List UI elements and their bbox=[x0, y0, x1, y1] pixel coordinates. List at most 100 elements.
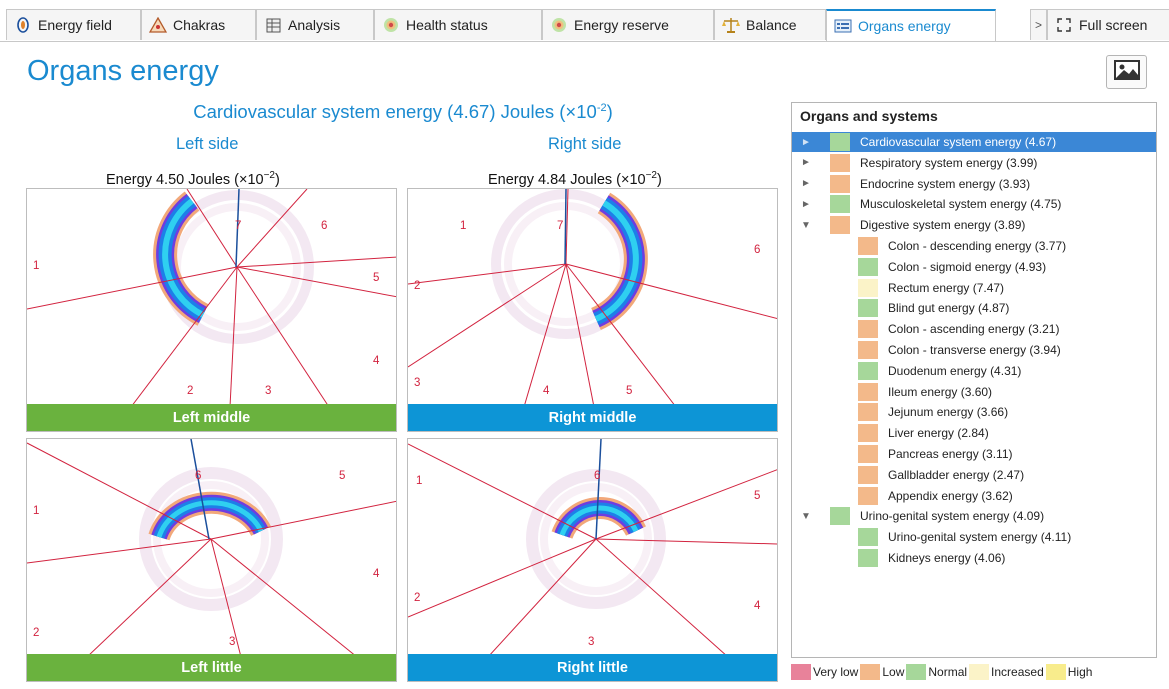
energy-field-diagram: 1 2 3 4 5 6 7 bbox=[408, 189, 777, 407]
tree-organ-row[interactable]: Pancreas energy (3.11) bbox=[792, 444, 1156, 464]
tab-organs-energy[interactable]: Organs energy bbox=[826, 9, 996, 41]
legend-item: Normal bbox=[906, 663, 967, 680]
tree-organ-row[interactable]: Duodenum energy (4.31) bbox=[792, 361, 1156, 381]
sector-number: 4 bbox=[373, 355, 380, 367]
tree-organ-row[interactable]: Kidneys energy (4.06) bbox=[792, 548, 1156, 568]
image-icon bbox=[1113, 59, 1140, 85]
sector-number: 4 bbox=[754, 600, 761, 612]
expand-right-icon[interactable]: ► bbox=[801, 137, 811, 148]
expand-down-icon[interactable]: ▼ bbox=[801, 511, 811, 522]
legend-swatch bbox=[1045, 663, 1066, 680]
tree-organ-row[interactable]: Ileum energy (3.60) bbox=[792, 382, 1156, 402]
tree-organ-row[interactable]: Liver energy (2.84) bbox=[792, 423, 1156, 443]
left-side-label: Left side bbox=[176, 135, 239, 153]
tab-label: Chakras bbox=[173, 17, 226, 33]
tree-system-row[interactable]: ▼ Digestive system energy (3.89) bbox=[792, 215, 1156, 235]
tree-system-row[interactable]: ► Respiratory system energy (3.99) bbox=[792, 153, 1156, 173]
tree-row-label: Urino-genital system energy (4.09) bbox=[860, 509, 1045, 524]
tab-energy-reserve[interactable]: Energy reserve bbox=[542, 9, 714, 40]
legend-item: High bbox=[1045, 663, 1092, 680]
aura-band bbox=[551, 497, 646, 540]
tree-row-label: Duodenum energy (4.31) bbox=[888, 363, 1022, 378]
tab-label: Organs energy bbox=[858, 18, 951, 34]
tree-organ-row[interactable]: Appendix energy (3.62) bbox=[792, 486, 1156, 506]
level-swatch bbox=[830, 133, 850, 151]
tree-row-label: Colon - sigmoid energy (4.93) bbox=[888, 259, 1047, 274]
tab-energy-field[interactable]: Energy field bbox=[6, 9, 141, 40]
sector-number: 1 bbox=[416, 475, 422, 487]
expand-right-icon[interactable]: ► bbox=[801, 178, 811, 189]
tree-organ-row[interactable]: Colon - transverse energy (3.94) bbox=[792, 340, 1156, 360]
level-swatch bbox=[830, 153, 850, 172]
sector-number: 6 bbox=[754, 244, 760, 256]
tree-row-label: Urino-genital system energy (4.11) bbox=[888, 530, 1072, 545]
panel-caption: Right middle bbox=[408, 404, 777, 431]
tab-health-status[interactable]: Health status bbox=[374, 9, 542, 40]
tree-organ-row[interactable]: Rectum energy (7.47) bbox=[792, 278, 1156, 298]
expand-down-icon[interactable]: ▼ bbox=[801, 220, 811, 231]
organs-tree: Organs and systems ► Cardiovascular syste… bbox=[791, 102, 1157, 658]
level-swatch bbox=[858, 528, 878, 547]
tree-organ-row[interactable]: Colon - sigmoid energy (4.93) bbox=[792, 257, 1156, 277]
sector-number: 5 bbox=[373, 272, 379, 284]
export-image-button[interactable] bbox=[1106, 55, 1147, 89]
full-screen-icon bbox=[1055, 16, 1073, 34]
tab-analysis[interactable]: Analysis bbox=[256, 9, 374, 40]
axis-line bbox=[564, 189, 567, 265]
panel-caption: Left middle bbox=[27, 404, 396, 431]
tree-row-label: Appendix energy (3.62) bbox=[888, 488, 1013, 503]
balance-icon bbox=[722, 16, 740, 34]
tab-label: Balance bbox=[746, 17, 797, 33]
analysis-icon bbox=[264, 16, 282, 34]
level-swatch bbox=[830, 507, 850, 526]
tree-row-label: Musculoskeletal system energy (4.75) bbox=[860, 197, 1062, 212]
tree-organ-row[interactable]: Colon - ascending energy (3.21) bbox=[792, 319, 1156, 339]
sector-number: 3 bbox=[229, 636, 235, 648]
right-side-label: Right side bbox=[548, 135, 622, 153]
panel-left-little: 1 2 3 4 5 6 Left little bbox=[26, 438, 397, 682]
tree-row-label: Colon - transverse energy (3.94) bbox=[888, 343, 1061, 357]
tab-chakras[interactable]: Chakras bbox=[141, 9, 256, 40]
sector-number: 4 bbox=[373, 568, 380, 580]
energy-reserve-icon bbox=[550, 16, 568, 34]
tree-row-label: Kidneys energy (4.06) bbox=[888, 551, 1006, 565]
tree-organ-row[interactable]: Blind gut energy (4.87) bbox=[792, 298, 1156, 318]
tree-system-row[interactable]: ▼ Urino-genital system energy (4.09) bbox=[792, 506, 1156, 526]
sector-number: 1 bbox=[460, 220, 466, 232]
panel-caption: Left little bbox=[27, 654, 396, 681]
energy-field-diagram: 1 2 3 4 5 6 bbox=[27, 439, 396, 657]
level-swatch bbox=[858, 382, 878, 401]
panel-right-middle: 1 2 3 4 5 6 7 Right middle bbox=[407, 188, 778, 432]
tree-organ-row[interactable]: Colon - descending energy (3.77) bbox=[792, 236, 1156, 256]
energy-field-icon bbox=[14, 16, 32, 34]
sector-number: 6 bbox=[321, 220, 327, 232]
tree-system-row[interactable]: ► Endocrine system energy (3.93) bbox=[792, 174, 1156, 194]
tab-balance[interactable]: Balance bbox=[714, 9, 826, 40]
tab-scroll-button[interactable]: > bbox=[1030, 9, 1047, 40]
sector-number: 6 bbox=[195, 470, 201, 482]
tree-system-row[interactable]: ► Cardiovascular system energy (4.67) bbox=[792, 132, 1156, 152]
sector-number: 7 bbox=[557, 220, 563, 232]
tab-bar: Energy field Chakras Analysis Health sta… bbox=[0, 0, 1169, 42]
tab-label: Health status bbox=[406, 17, 488, 33]
sector-number: 5 bbox=[754, 490, 760, 502]
level-swatch bbox=[830, 195, 850, 214]
tree-organ-row[interactable]: Jejunum energy (3.66) bbox=[792, 402, 1156, 422]
tree-organ-row[interactable]: Gallbladder energy (2.47) bbox=[792, 465, 1156, 485]
tree-system-row[interactable]: ► Musculoskeletal system energy (4.75) bbox=[792, 194, 1156, 214]
expand-right-icon[interactable]: ► bbox=[801, 157, 811, 168]
tree-row-label: Endocrine system energy (3.93) bbox=[860, 176, 1031, 191]
level-swatch bbox=[830, 216, 850, 235]
level-legend: Very low Low Normal Increased High bbox=[791, 663, 1094, 680]
level-swatch bbox=[858, 465, 878, 484]
expand-right-icon[interactable]: ► bbox=[801, 199, 811, 210]
level-swatch bbox=[858, 424, 878, 443]
sector-number: 5 bbox=[339, 470, 345, 482]
tree-row-label: Jejunum energy (3.66) bbox=[888, 405, 1009, 420]
tree-organ-row[interactable]: Urino-genital system energy (4.11) bbox=[792, 527, 1156, 547]
panel-right-little: 1 2 3 4 5 6 Right little bbox=[407, 438, 778, 682]
level-swatch bbox=[858, 299, 878, 318]
level-swatch bbox=[858, 341, 878, 359]
full-screen-button[interactable]: Full screen bbox=[1047, 9, 1169, 40]
tree-row-label: Colon - ascending energy (3.21) bbox=[888, 322, 1060, 337]
